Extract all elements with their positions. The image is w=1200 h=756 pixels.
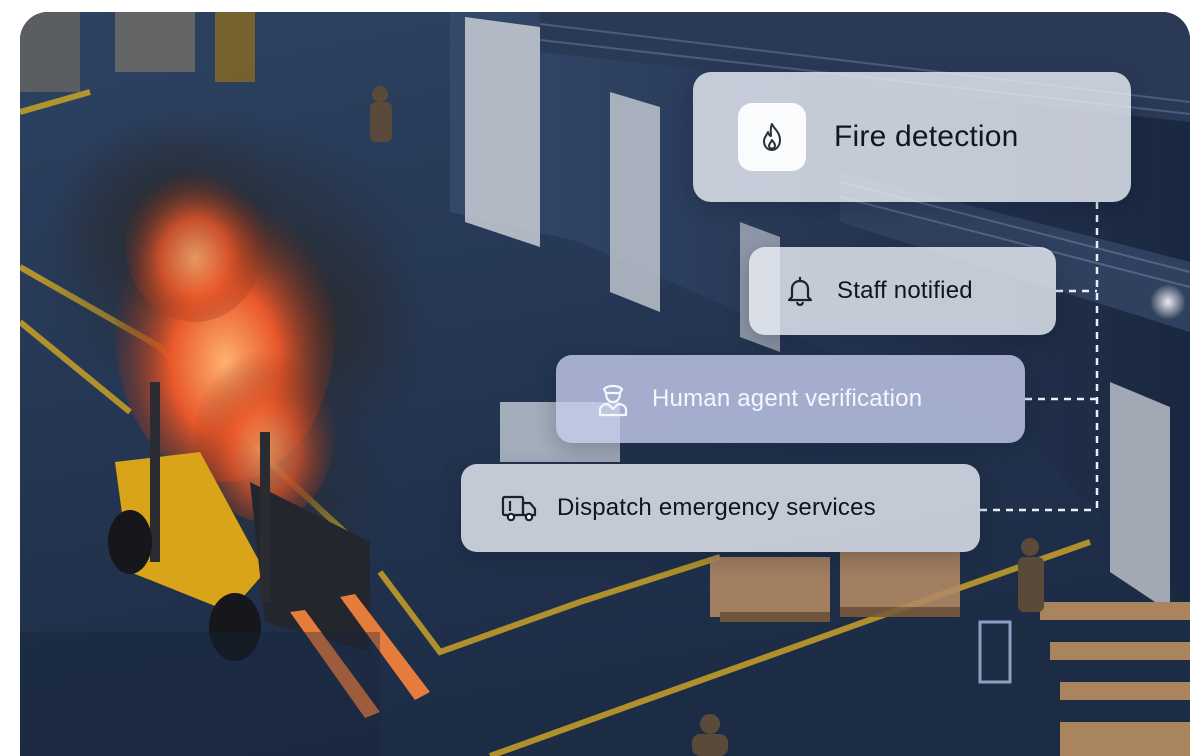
- fire-detection-label: Fire detection: [834, 120, 1019, 153]
- human-verification-label: Human agent verification: [652, 385, 923, 412]
- security-agent-icon: [596, 381, 630, 417]
- scene-frame: Fire detection Staff notified Human agen…: [20, 12, 1190, 756]
- human-verification-card: Human agent verification: [556, 355, 1025, 443]
- flame-icon-box: [738, 103, 806, 171]
- flame-icon: [763, 123, 781, 151]
- fire-detection-card: Fire detection: [693, 72, 1131, 202]
- dispatch-label: Dispatch emergency services: [557, 494, 876, 521]
- bell-icon: [785, 275, 815, 307]
- truck-icon: [501, 493, 537, 523]
- staff-notified-card: Staff notified: [749, 247, 1056, 335]
- dispatch-card: Dispatch emergency services: [461, 464, 980, 552]
- staff-notified-label: Staff notified: [837, 277, 973, 304]
